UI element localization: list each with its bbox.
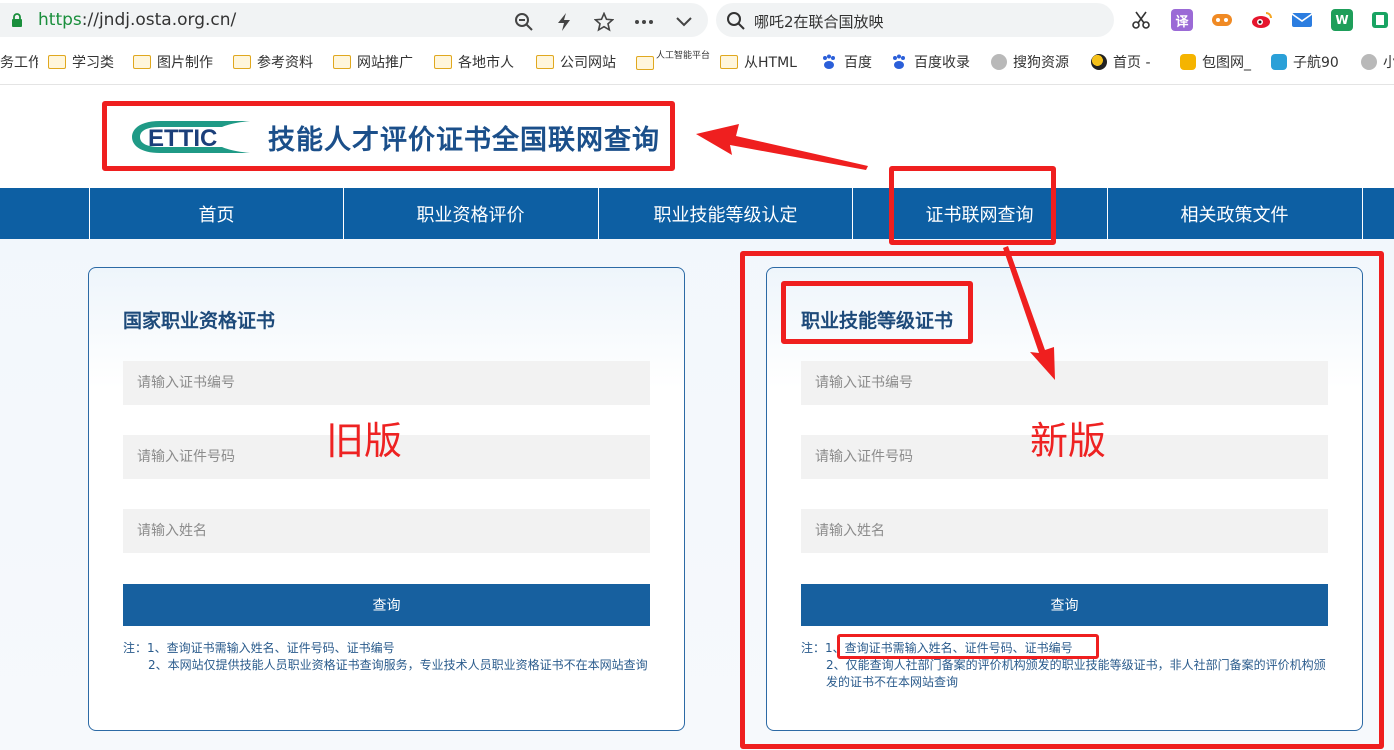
- zoom-out-icon[interactable]: [513, 11, 535, 33]
- search-text[interactable]: 哪吒2在联合国放映: [754, 11, 884, 32]
- bookmark-item[interactable]: 务工作: [0, 52, 38, 72]
- url-host: ://jndj.osta.org.cn/: [81, 10, 237, 30]
- baidu-paw-icon: [823, 54, 835, 69]
- bookmark-label: 小: [1383, 55, 1394, 71]
- folder-icon: [720, 55, 738, 69]
- annotation-box-logo: [102, 101, 675, 171]
- nav-home[interactable]: 首页: [89, 188, 343, 239]
- bookmark-item[interactable]: 搜狗资源: [991, 52, 1077, 72]
- lock-icon: [12, 13, 22, 27]
- bookmark-label: 公司网站: [560, 55, 616, 71]
- note-line-1: 1、查询证书需输入姓名、证件号码、证书编号: [147, 641, 395, 655]
- translate-icon[interactable]: 译: [1171, 9, 1193, 31]
- address-bar[interactable]: https://jndj.osta.org.cn/: [0, 3, 708, 37]
- bookmark-label: 首页 -: [1113, 55, 1151, 71]
- annotation-box-note: [837, 634, 1099, 659]
- card-title: 国家职业资格证书: [123, 310, 276, 332]
- chevron-down-icon[interactable]: [673, 11, 695, 33]
- globe-icon: [1361, 54, 1377, 70]
- bookmark-item[interactable]: 子航90: [1271, 52, 1355, 72]
- nav-vocational-qualification[interactable]: 职业资格评价: [343, 188, 597, 239]
- folder-icon: [333, 55, 351, 69]
- search-icon: [727, 12, 745, 30]
- bookmark-label: 网站推广: [357, 55, 413, 71]
- bookmark-item[interactable]: 首页 -: [1091, 52, 1171, 72]
- bookmark-label: 搜狗资源: [1013, 55, 1069, 71]
- folder-icon: [233, 55, 251, 69]
- game-icon[interactable]: [1211, 9, 1233, 31]
- certificate-number-input[interactable]: [123, 361, 650, 405]
- url-text[interactable]: https://jndj.osta.org.cn/: [38, 10, 236, 30]
- bookmark-label: 百度: [844, 55, 872, 71]
- url-scheme: https: [38, 10, 82, 30]
- nav-divider: [1362, 188, 1394, 239]
- scissors-icon[interactable]: [1130, 9, 1152, 31]
- bookmark-label: 从HTML: [744, 55, 797, 71]
- site-icon: [1180, 54, 1196, 70]
- site-icon: [1091, 54, 1107, 70]
- bookmark-folder[interactable]: 学习类: [48, 52, 126, 72]
- old-version-label: 旧版: [326, 419, 403, 463]
- bookmark-folder[interactable]: 从HTML: [720, 52, 808, 72]
- browser-toolbar: https://jndj.osta.org.cn/ 哪吒2在联合国放映 译 W: [0, 0, 1394, 40]
- folder-icon: [434, 55, 452, 69]
- bookmark-label: 各地市人: [458, 55, 514, 71]
- note-line-2: 2、本网站仅提供技能人员职业资格证书查询服务，专业技术人员职业资格证书不在本网站…: [148, 658, 648, 672]
- more-icon[interactable]: [633, 11, 655, 33]
- lightning-icon[interactable]: [553, 11, 575, 33]
- word-icon[interactable]: W: [1331, 9, 1353, 31]
- bookmark-folder[interactable]: 图片制作: [133, 52, 225, 72]
- folder-icon: [536, 55, 554, 69]
- star-icon[interactable]: [593, 11, 615, 33]
- bookmark-folder[interactable]: 公司网站: [536, 52, 626, 72]
- note-prefix: 注：: [123, 641, 148, 655]
- bookmark-label: 包图网_: [1202, 55, 1251, 71]
- bookmark-label: 务工作: [0, 55, 38, 71]
- bookmark-folder[interactable]: 参考资料: [233, 52, 323, 72]
- bookmark-label: 子航90: [1293, 55, 1339, 71]
- bookmark-item[interactable]: 小: [1361, 52, 1394, 72]
- bookmark-label: 参考资料: [257, 55, 313, 71]
- bookmark-label: 学习类: [72, 55, 114, 71]
- annotation-box-nav: [889, 166, 1056, 245]
- bookmark-label: 人工智能平台: [656, 51, 711, 61]
- book-icon[interactable]: [1369, 9, 1391, 31]
- nav-policy-documents[interactable]: 相关政策文件: [1107, 188, 1361, 239]
- bookmark-item[interactable]: 百度收录: [890, 52, 978, 72]
- query-notes: 注：1、查询证书需输入姓名、证件号码、证书编号 2、本网站仅提供技能人员职业资格…: [123, 640, 653, 674]
- mail-icon[interactable]: [1291, 9, 1313, 31]
- weibo-icon[interactable]: [1251, 9, 1273, 31]
- folder-icon: [636, 56, 654, 70]
- bookmark-item[interactable]: 包图网_: [1180, 52, 1260, 72]
- folder-icon: [133, 55, 151, 69]
- nav-skill-level-certification[interactable]: 职业技能等级认定: [598, 188, 852, 239]
- robot-icon: [1271, 54, 1287, 70]
- annotation-box-card-title: [781, 281, 973, 344]
- bookmark-folder[interactable]: 人工智能平台: [636, 46, 716, 72]
- folder-icon: [48, 55, 66, 69]
- bookmark-label: 图片制作: [157, 55, 213, 71]
- bookmark-folder[interactable]: 网站推广: [333, 52, 419, 72]
- query-button[interactable]: 查询: [123, 584, 650, 626]
- globe-icon: [991, 54, 1007, 70]
- bookmark-folder[interactable]: 各地市人: [434, 52, 520, 72]
- bookmark-item[interactable]: 百度: [820, 52, 886, 72]
- qualification-certificate-card: 国家职业资格证书 查询 注：1、查询证书需输入姓名、证件号码、证书编号 2、本网…: [88, 267, 685, 731]
- browser-search-box[interactable]: 哪吒2在联合国放映: [716, 3, 1114, 37]
- bookmark-label: 百度收录: [914, 55, 970, 71]
- main-nav: 首页 职业资格评价 职业技能等级认定 证书联网查询 相关政策文件: [0, 188, 1394, 239]
- bookmarks-bar: 务工作 学习类 图片制作 参考资料 网站推广 各地市人 公司网站 人工智能平台 …: [0, 40, 1394, 85]
- name-input[interactable]: [123, 509, 650, 553]
- baidu-paw-icon: [893, 54, 905, 69]
